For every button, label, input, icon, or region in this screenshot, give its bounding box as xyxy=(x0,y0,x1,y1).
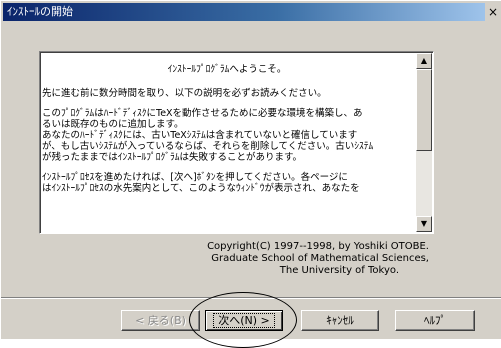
back-button[interactable]: < 戻る(B) xyxy=(121,310,200,331)
instruction-paragraph: ｲﾝｽﾄｰﾙﾌﾟﾛｾｽを進めたければ、[次へ]ﾎﾞﾀﾝを押してください。各ページ… xyxy=(42,172,412,194)
next-button[interactable]: 次へ(N) > xyxy=(205,310,283,331)
university-line: The University of Tokyo. xyxy=(279,265,399,276)
copyright-line: Copyright(C) 1997--1998, by Yoshiki OTOB… xyxy=(207,241,429,252)
installer-dialog: ｲﾝｽﾄｰﾙの開始 × ｲﾝｽﾄｰﾙﾌﾟﾛｸﾞﾗﾑへようこそ。 先に進む前に数分… xyxy=(0,0,501,348)
readme-text-area[interactable]: ｲﾝｽﾄｰﾙﾌﾟﾛｸﾞﾗﾑへようこそ。 先に進む前に数分時間を取り、以下の説明を… xyxy=(39,51,434,234)
button-separator xyxy=(1,297,501,299)
welcome-heading: ｲﾝｽﾄｰﾙﾌﾟﾛｸﾞﾗﾑへようこそ。 xyxy=(167,64,287,75)
close-button[interactable]: × xyxy=(485,3,501,21)
affiliation-line: Graduate School of Mathematical Sciences… xyxy=(211,253,429,264)
description-line: が残ったままではｲﾝｽﾄｰﾙﾌﾟﾛｸﾞﾗﾑは失敗することがあります。 xyxy=(42,152,303,163)
copyright-notice: Copyright(C) 1997--1998, by Yoshiki OTOB… xyxy=(161,241,429,277)
title-bar[interactable]: ｲﾝｽﾄｰﾙの開始 × xyxy=(3,3,501,21)
scroll-down-arrow-icon[interactable]: ▼ xyxy=(416,216,432,232)
scroll-up-arrow-icon[interactable]: ▲ xyxy=(416,53,432,69)
scroll-thumb[interactable] xyxy=(416,69,432,151)
window-title: ｲﾝｽﾄｰﾙの開始 xyxy=(7,5,73,18)
help-button[interactable]: ﾍﾙﾌﾟ xyxy=(395,310,475,331)
description-paragraph: このﾌﾟﾛｸﾞﾗﾑはﾊｰﾄﾞﾃﾞｨｽｸにTeXを動作させるために必要な環境を構築… xyxy=(42,108,412,163)
readme-content: ｲﾝｽﾄｰﾙﾌﾟﾛｸﾞﾗﾑへようこそ。 先に進む前に数分時間を取り、以下の説明を… xyxy=(40,52,416,233)
description-line: あなたのﾊｰﾄﾞﾃﾞｨｽｸには、古いTeXｼｽﾃﾑは含まれていないと確信していま… xyxy=(42,130,358,141)
description-line: るいは既存のものに追加します。 xyxy=(42,119,184,130)
instruction-line: ｲﾝｽﾄｰﾙﾌﾟﾛｾｽを進めたければ、[次へ]ﾎﾞﾀﾝを押してください。各ページ… xyxy=(42,172,348,183)
intro-line: 先に進む前に数分時間を取り、以下の説明を必ずお読みください。 xyxy=(42,88,327,99)
next-button-label: 次へ(N) > xyxy=(213,313,275,328)
instruction-line: はｲﾝｽﾄｰﾙﾌﾟﾛｾｽの水先案内として、このようなｳｨﾝﾄﾞｳが表示され、あな… xyxy=(42,183,360,194)
vertical-scrollbar[interactable]: ▲ ▼ xyxy=(416,53,432,232)
cancel-button[interactable]: ｷｬﾝｾﾙ xyxy=(301,310,379,331)
description-line: このﾌﾟﾛｸﾞﾗﾑはﾊｰﾄﾞﾃﾞｨｽｸにTeXを動作させるために必要な環境を構築… xyxy=(42,108,363,119)
description-line: が、もし古いｼｽﾃﾑが入っているならば、それらを削除してください。古いｼｽﾃﾑ xyxy=(42,141,374,152)
intro-paragraph: 先に進む前に数分時間を取り、以下の説明を必ずお読みください。 xyxy=(42,88,412,99)
